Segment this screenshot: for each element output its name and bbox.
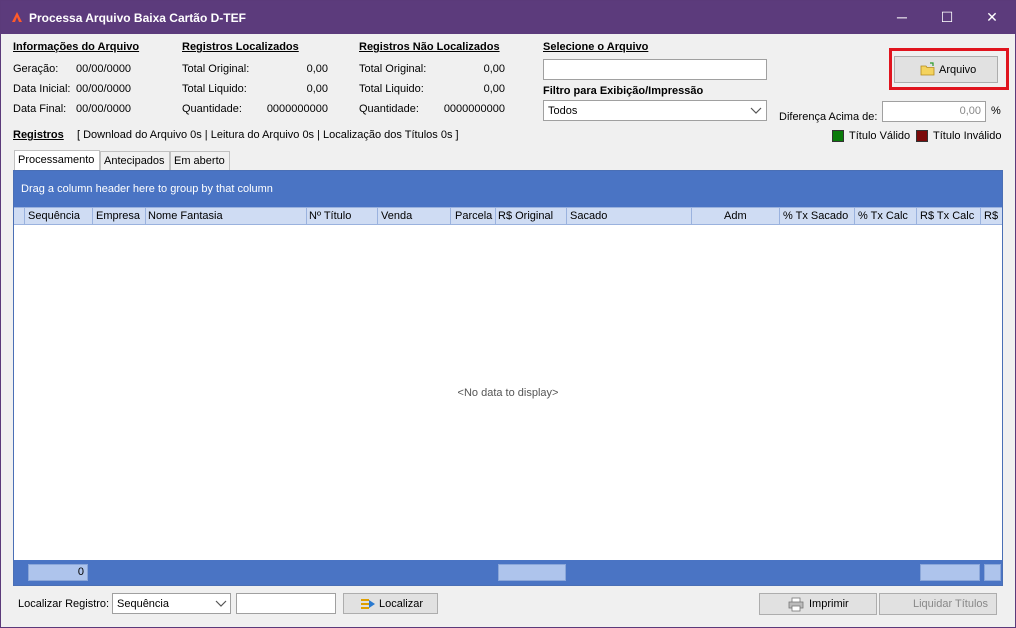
invalid-color-swatch bbox=[916, 130, 928, 142]
liquidar-titulos-button[interactable]: Liquidar Títulos bbox=[879, 593, 997, 615]
nloc-quantidade-value: 0000000000 bbox=[443, 103, 505, 115]
column-header-row: Sequência Empresa Nome Fantasia Nº Títul… bbox=[14, 207, 1002, 225]
close-button[interactable]: ✕ bbox=[969, 1, 1015, 34]
info-header: Informações do Arquivo bbox=[13, 41, 140, 53]
nao-localizados-header: Registros Não Localizados bbox=[359, 41, 500, 53]
col-empresa[interactable]: Empresa bbox=[96, 210, 140, 222]
maximize-button[interactable]: ☐ bbox=[924, 1, 970, 34]
column-separator bbox=[450, 208, 451, 225]
localizar-field-selected: Sequência bbox=[117, 598, 169, 610]
filtro-select[interactable]: Todos bbox=[543, 100, 767, 121]
col-parcela[interactable]: Parcela bbox=[455, 210, 492, 222]
loc-total-liquido-value: 0,00 bbox=[306, 83, 328, 95]
app-logo-icon bbox=[12, 12, 22, 22]
localizar-value-input[interactable] bbox=[236, 593, 336, 614]
grid-footer: 0 bbox=[14, 560, 1002, 585]
geracao-label: Geração: bbox=[13, 63, 59, 75]
valid-legend-label: Título Válido bbox=[849, 130, 911, 142]
filtro-selected: Todos bbox=[548, 105, 578, 117]
valid-color-swatch bbox=[832, 130, 844, 142]
column-separator bbox=[306, 208, 307, 225]
col-tx-sacado[interactable]: % Tx Sacado bbox=[783, 210, 848, 222]
group-by-hint: Drag a column header here to group by th… bbox=[21, 183, 273, 195]
localizar-label: Localizar Registro: bbox=[18, 598, 110, 610]
printer-icon bbox=[788, 597, 804, 612]
loc-total-original-value: 0,00 bbox=[306, 63, 328, 75]
column-separator bbox=[854, 208, 855, 225]
col-venda[interactable]: Venda bbox=[381, 210, 412, 222]
column-separator bbox=[377, 208, 378, 225]
data-final-value: 00/00/0000 bbox=[76, 103, 132, 115]
arrow-right-icon bbox=[361, 599, 375, 609]
column-separator bbox=[566, 208, 567, 225]
footer-cell-tx-calc bbox=[920, 564, 980, 581]
geracao-value: 00/00/0000 bbox=[76, 63, 132, 75]
col-sacado[interactable]: Sacado bbox=[570, 210, 607, 222]
data-grid[interactable]: Drag a column header here to group by th… bbox=[13, 170, 1003, 586]
arquivo-path-input[interactable] bbox=[543, 59, 767, 80]
localizados-header: Registros Localizados bbox=[182, 41, 299, 53]
loc-quantidade-label: Quantidade: bbox=[182, 103, 242, 115]
data-inicial-value: 00/00/0000 bbox=[76, 83, 132, 95]
col-numero-titulo[interactable]: Nº Título bbox=[309, 210, 351, 222]
column-separator bbox=[980, 208, 981, 225]
diferenca-input[interactable]: 0,00 bbox=[882, 101, 986, 122]
data-inicial-label: Data Inicial: bbox=[13, 83, 71, 95]
col-rs-truncated[interactable]: R$ I bbox=[984, 210, 1001, 222]
col-nome-fantasia[interactable]: Nome Fantasia bbox=[148, 210, 223, 222]
loc-total-liquido-label: Total Liquido: bbox=[182, 83, 247, 95]
loc-total-original-label: Total Original: bbox=[182, 63, 250, 75]
nloc-quantidade-label: Quantidade: bbox=[359, 103, 419, 115]
column-separator bbox=[495, 208, 496, 225]
chevron-down-icon bbox=[215, 600, 227, 607]
column-separator bbox=[145, 208, 146, 225]
footer-cell-last bbox=[984, 564, 1001, 581]
col-adm[interactable]: Adm bbox=[724, 210, 747, 222]
data-final-label: Data Final: bbox=[13, 103, 67, 115]
col-rs-tx-calc[interactable]: R$ Tx Calc bbox=[920, 210, 974, 222]
imprimir-button[interactable]: Imprimir bbox=[759, 593, 877, 615]
localizar-button[interactable]: Localizar bbox=[343, 593, 438, 614]
registros-timing: [ Download do Arquivo 0s | Leitura do Ar… bbox=[77, 129, 459, 141]
nloc-total-liquido-label: Total Liquido: bbox=[359, 83, 424, 95]
diferenca-unit: % bbox=[991, 105, 1001, 117]
nloc-total-liquido-value: 0,00 bbox=[483, 83, 505, 95]
footer-cell-original bbox=[498, 564, 566, 581]
chevron-down-icon bbox=[750, 107, 762, 114]
tab-antecipados[interactable]: Antecipados bbox=[100, 151, 170, 170]
column-separator bbox=[916, 208, 917, 225]
column-separator bbox=[92, 208, 93, 225]
localizar-field-select[interactable]: Sequência bbox=[112, 593, 231, 614]
col-rs-original[interactable]: R$ Original bbox=[498, 210, 553, 222]
nloc-total-original-value: 0,00 bbox=[483, 63, 505, 75]
group-by-panel[interactable]: Drag a column header here to group by th… bbox=[14, 171, 1002, 207]
column-separator bbox=[691, 208, 692, 225]
tab-em-aberto[interactable]: Em aberto bbox=[170, 151, 230, 170]
imprimir-button-label: Imprimir bbox=[809, 598, 849, 610]
loc-quantidade-value: 0000000000 bbox=[266, 103, 328, 115]
footer-count: 0 bbox=[28, 564, 88, 581]
col-sequencia[interactable]: Sequência bbox=[28, 210, 80, 222]
highlight-box bbox=[889, 48, 1009, 90]
col-tx-calc[interactable]: % Tx Calc bbox=[858, 210, 908, 222]
diferenca-label: Diferença Acima de: bbox=[779, 111, 878, 123]
nloc-total-original-label: Total Original: bbox=[359, 63, 427, 75]
tab-processamento[interactable]: Processamento bbox=[14, 150, 100, 170]
registros-label: Registros bbox=[13, 129, 64, 141]
title-bar[interactable]: Processa Arquivo Baixa Cartão D-TEF ─ ☐ … bbox=[1, 1, 1015, 34]
main-window: Processa Arquivo Baixa Cartão D-TEF ─ ☐ … bbox=[0, 0, 1016, 628]
invalid-legend-label: Título Inválido bbox=[933, 130, 1002, 142]
liquidar-button-label: Liquidar Títulos bbox=[913, 598, 989, 610]
no-data-message: <No data to display> bbox=[457, 387, 559, 399]
filtro-header: Filtro para Exibição/Impressão bbox=[543, 85, 704, 97]
column-separator bbox=[24, 208, 25, 225]
window-title: Processa Arquivo Baixa Cartão D-TEF bbox=[29, 11, 246, 25]
minimize-button[interactable]: ─ bbox=[879, 1, 925, 34]
localizar-button-label: Localizar bbox=[379, 598, 424, 610]
arquivo-header: Selecione o Arquivo bbox=[543, 41, 649, 53]
column-separator bbox=[779, 208, 780, 225]
